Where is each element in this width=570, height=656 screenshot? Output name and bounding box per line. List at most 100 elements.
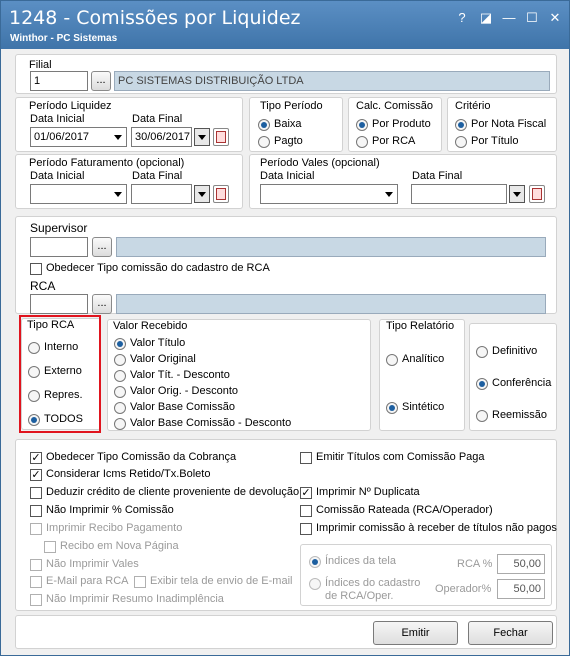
fechar-button[interactable]: Fechar (468, 621, 553, 645)
rca-code-input[interactable] (30, 294, 88, 314)
radio-icon (258, 136, 270, 148)
maximize-icon[interactable]: ☐ (523, 9, 541, 27)
radio-por-produto-label: Por Produto (372, 118, 431, 130)
filial-code-value: 1 (34, 75, 41, 87)
operador-percent-label: Operador% (435, 583, 492, 595)
rca-search-button[interactable]: ... (92, 294, 112, 314)
indices-group: Índices da tela Índices do cadastro de R… (300, 544, 552, 606)
radio-definitivo-label: Definitivo (492, 345, 538, 357)
operador-percent-input[interactable]: 50,00 (497, 579, 545, 599)
radio-baixa-label: Baixa (274, 118, 302, 130)
rca-label: RCA (30, 279, 56, 293)
chevron-down-icon (513, 192, 521, 197)
check-recibo-nova-pagina-label: Recibo em Nova Página (60, 540, 179, 552)
options-group: ✓ Obedecer Tipo Comissão da Cobrança ✓ Con… (15, 439, 557, 611)
calendar-icon[interactable] (529, 185, 545, 203)
filial-label: Filial (29, 59, 52, 71)
filial-code-input[interactable]: 1 (30, 71, 88, 91)
checkmark-icon: ✓ (300, 487, 312, 499)
indices-cadastro-label-line2: de RCA/Oper. (325, 590, 394, 602)
faturamento-start-date[interactable] (30, 184, 127, 204)
check-emitir-titulos-pagos-label: Emitir Títulos com Comissão Paga (316, 451, 485, 463)
check-nao-imprimir-vales-label: Não Imprimir Vales (46, 558, 139, 570)
liquidez-start-label: Data Inicial (30, 113, 85, 125)
tipo-relatorio-label: Tipo Relatório (386, 320, 455, 332)
radio-valor-tit-desconto-label: Valor Tít. - Desconto (130, 369, 230, 381)
radio-icon (114, 370, 126, 382)
radio-selected-icon (356, 119, 368, 131)
radio-valor-titulo-label: Valor Título (130, 337, 186, 349)
checkbox-icon (300, 452, 312, 464)
radio-reemissao-label: Reemissão (492, 409, 548, 421)
radio-selected-icon (476, 378, 488, 390)
faturamento-end-dropdown[interactable] (194, 185, 210, 203)
checkbox-icon (30, 559, 42, 571)
check-imprimir-recibo-label: Imprimir Recibo Pagamento (46, 522, 183, 534)
checkbox-icon (300, 505, 312, 517)
operador-percent-value: 50,00 (513, 583, 541, 595)
rca-name-field (116, 294, 546, 314)
radio-pagto-label: Pagto (274, 135, 303, 147)
minimize-icon[interactable]: — (500, 9, 518, 27)
checkbox-icon (30, 576, 42, 588)
chevron-down-icon (198, 135, 206, 140)
faturamento-end-date[interactable] (131, 184, 192, 204)
checkbox-icon (300, 523, 312, 535)
calendar-icon[interactable] (213, 185, 229, 203)
rca-percent-value: 50,00 (513, 558, 541, 570)
filial-name-field: PC SISTEMAS DISTRIBUIÇÃO LTDA (114, 71, 550, 91)
supervisor-code-input[interactable] (30, 237, 88, 257)
calendar-icon[interactable] (213, 128, 229, 146)
liquidez-end-date[interactable]: 30/06/2017 (131, 127, 192, 147)
tipo-periodo-group: Tipo Período Baixa Pagto (249, 97, 343, 152)
button-bar: Emitir Fechar (15, 615, 557, 649)
radio-indices-tela-label: Índices da tela (325, 555, 396, 567)
calc-comissao-label: Calc. Comissão (356, 100, 434, 112)
radio-icon (114, 418, 126, 430)
radio-conferencia-label: Conferência (492, 377, 552, 389)
periodo-liquidez-label: Período Liquidez (29, 100, 112, 112)
liquidez-end-dropdown[interactable] (194, 128, 210, 146)
criterio-group: Critério Por Nota Fiscal Por Título (447, 97, 557, 152)
obedecer-cadastro-label: Obedecer Tipo comissão do cadastro de RC… (46, 262, 270, 274)
radio-selected-icon (114, 338, 126, 350)
radio-icon (386, 354, 398, 366)
radio-por-nota-fiscal-label: Por Nota Fiscal (471, 118, 547, 130)
help-icon[interactable]: ? (453, 9, 471, 27)
liquidez-end-value: 30/06/2017 (135, 131, 191, 143)
filial-name-value: PC SISTEMAS DISTRIBUIÇÃO LTDA (118, 75, 304, 87)
supervisor-search-button[interactable]: ... (92, 237, 112, 257)
radio-icon (114, 354, 126, 366)
window-title: 1248 - Comissões por Liquidez (9, 7, 301, 29)
radio-valor-orig-desconto-label: Valor Orig. - Desconto (130, 385, 239, 397)
vales-end-dropdown[interactable] (509, 185, 525, 203)
periodo-faturamento-label: Período Faturamento (opcional) (29, 157, 185, 169)
restore-icon[interactable]: ◪ (477, 9, 495, 27)
vales-start-date[interactable] (260, 184, 398, 204)
rca-percent-label: RCA % (457, 558, 493, 570)
criterio-label: Critério (455, 100, 491, 112)
check-comissao-rateada-label: Comissão Rateada (RCA/Operador) (316, 504, 493, 516)
radio-icon (114, 386, 126, 398)
vales-end-date[interactable] (411, 184, 507, 204)
periodo-vales-label: Período Vales (opcional) (260, 157, 380, 169)
radio-valor-original-label: Valor Original (130, 353, 196, 365)
liquidez-end-label: Data Final (132, 113, 183, 125)
check-exibir-envio-email-label: Exibir tela de envio de E-mail (150, 575, 293, 587)
filial-search-button[interactable]: ... (91, 71, 111, 91)
check-nao-imprimir-comissao-label: Não Imprimir % Comissão (46, 504, 174, 516)
close-icon[interactable]: ✕ (546, 9, 564, 27)
valor-recebido-group: Valor Recebido Valor Título Valor Origin… (107, 319, 371, 431)
rca-percent-input[interactable]: 50,00 (497, 554, 545, 574)
liquidez-start-value: 01/06/2017 (34, 131, 90, 143)
radio-icon (356, 136, 368, 148)
radio-icon (114, 402, 126, 414)
checkbox-icon (30, 505, 42, 517)
emitir-button[interactable]: Emitir (373, 621, 458, 645)
radio-valor-base-desconto-label: Valor Base Comissão - Desconto (130, 417, 292, 429)
radio-sintetico-label: Sintético (402, 401, 445, 413)
radio-valor-base-comissao-label: Valor Base Comissão (130, 401, 235, 413)
liquidez-start-date[interactable]: 01/06/2017 (30, 127, 127, 147)
vales-start-label: Data Inicial (260, 170, 315, 182)
radio-analitico-label: Analítico (402, 353, 445, 365)
